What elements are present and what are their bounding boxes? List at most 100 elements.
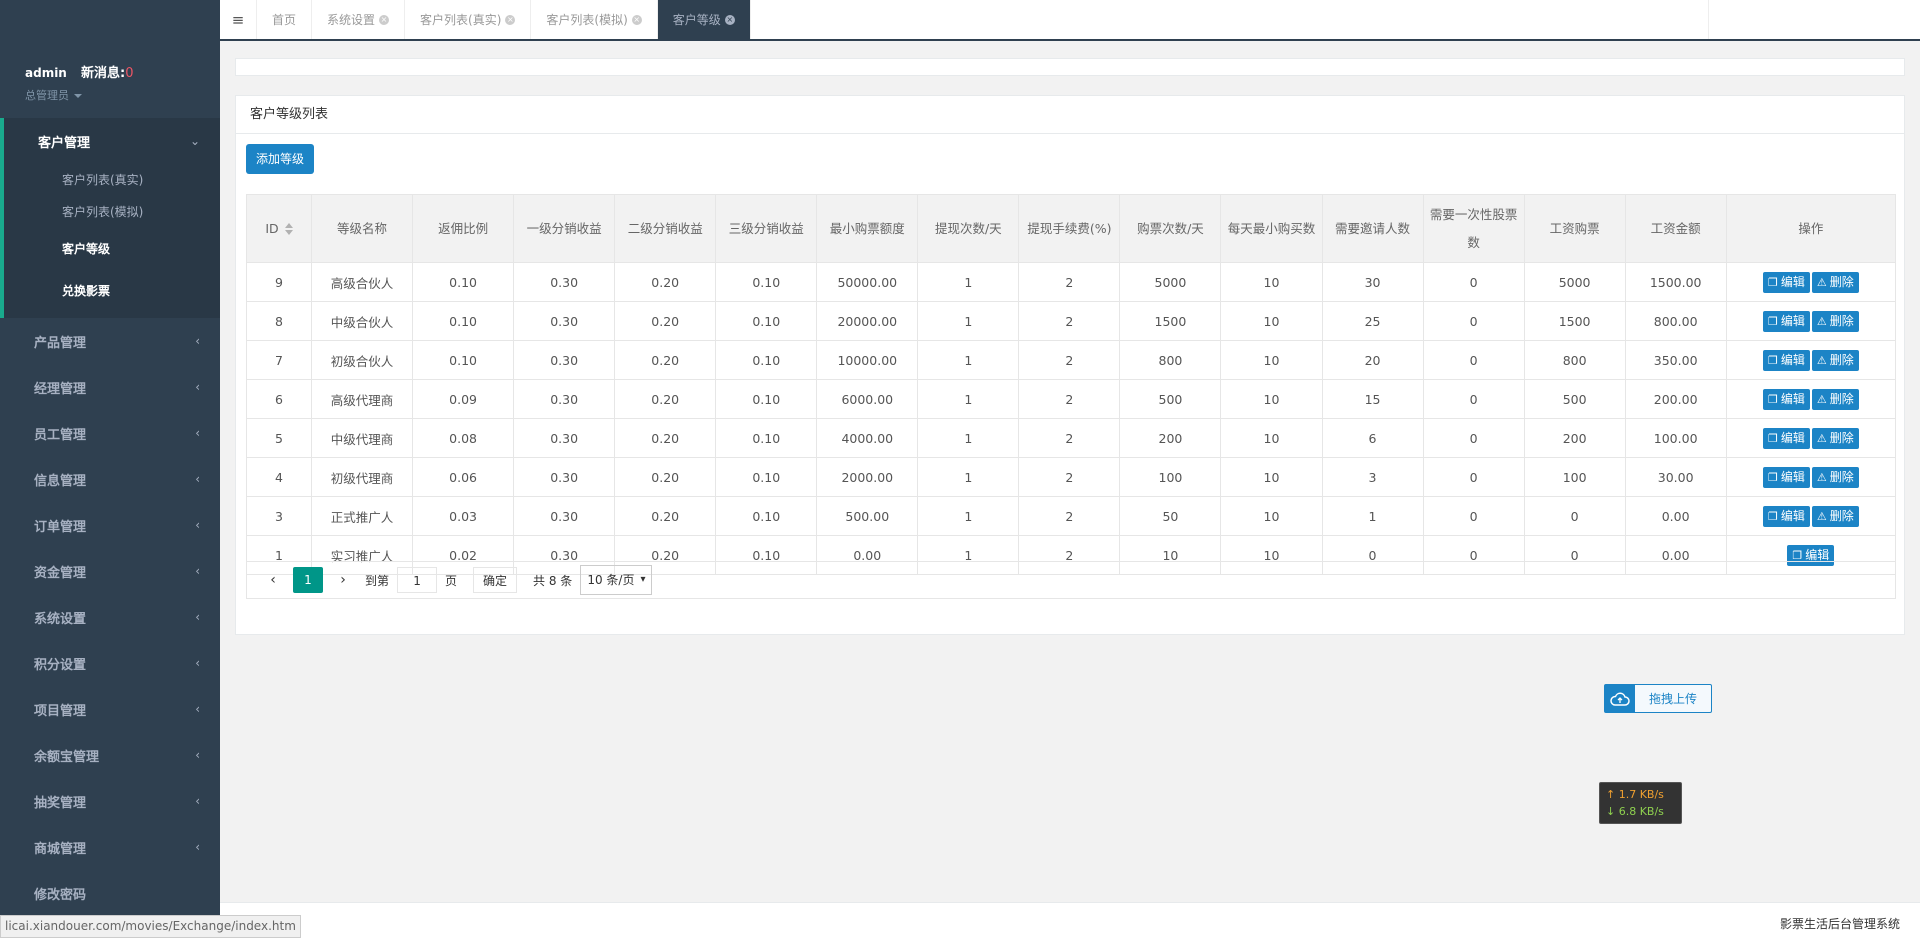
- nav-item-password[interactable]: 修改密码: [0, 870, 220, 916]
- edit-button[interactable]: ❐ 编辑: [1762, 310, 1810, 332]
- column-header: 二级分销收益: [614, 194, 717, 263]
- nav-item-manager[interactable]: 经理管理 ‹: [0, 364, 220, 410]
- nav-item-staff[interactable]: 员工管理 ‹: [0, 410, 220, 456]
- close-icon[interactable]: ×: [724, 14, 735, 25]
- nav-item-funds[interactable]: 资金管理 ‹: [0, 548, 220, 594]
- nav-item-yuebao[interactable]: 余额宝管理 ‹: [0, 732, 220, 778]
- prev-page-icon[interactable]: ‹: [259, 572, 287, 588]
- nav-item-customer[interactable]: 客户管理 ⌄: [4, 118, 220, 164]
- chevron-left-icon: ‹: [195, 748, 200, 762]
- delete-button[interactable]: ⚠ 删除: [1811, 388, 1859, 410]
- role-dropdown[interactable]: 总管理员: [25, 87, 220, 103]
- menu-toggle-icon[interactable]: ≡: [220, 0, 257, 39]
- next-page-icon[interactable]: ›: [329, 572, 357, 588]
- sub-item-customer-real[interactable]: 客户列表(真实): [4, 164, 220, 196]
- actions-cell: ❐ 编辑 ⚠ 删除: [1725, 379, 1897, 419]
- chevron-left-icon: ‹: [195, 380, 200, 394]
- copy-icon: ❐: [1767, 275, 1778, 289]
- nav-item-label: 积分设置: [34, 657, 87, 673]
- table-row: 6 高级代理商 0.09 0.30 0.20 0.10 6000.00 1 2 500 10 15 0 5…: [245, 379, 1897, 419]
- actions-cell: ❐ 编辑 ⚠ 删除: [1725, 457, 1897, 497]
- column-header: 需要一次性股票数: [1422, 194, 1525, 263]
- table-cell: 7: [245, 340, 313, 380]
- close-icon[interactable]: ×: [505, 14, 516, 25]
- delete-button[interactable]: ⚠ 删除: [1811, 349, 1859, 371]
- delete-label: 删除: [1829, 508, 1854, 523]
- table-row: 3 正式推广人 0.03 0.30 0.20 0.10 500.00 1 2 50 10 1 0 0 0.0…: [245, 496, 1897, 536]
- table-cell: 20: [1321, 340, 1424, 380]
- table-cell: 1: [917, 496, 1020, 536]
- column-header-id[interactable]: ID: [245, 194, 313, 263]
- nav-item-project[interactable]: 项目管理 ‹: [0, 686, 220, 732]
- page-input[interactable]: 1: [397, 567, 438, 593]
- delete-label: 删除: [1829, 430, 1854, 445]
- table-cell: 6: [1321, 418, 1424, 458]
- column-header: 提现手续费(%): [1018, 194, 1121, 263]
- table-cell: 0: [1422, 379, 1525, 419]
- edit-button[interactable]: ❐ 编辑: [1762, 466, 1810, 488]
- tab-home[interactable]: 首页: [257, 0, 313, 39]
- nav-item-mall[interactable]: 商城管理 ‹: [0, 824, 220, 870]
- nav-item-system[interactable]: 系统设置 ‹: [0, 594, 220, 640]
- table-cell: 4: [245, 457, 313, 497]
- sort-icon[interactable]: [284, 223, 293, 235]
- warning-icon: ⚠: [1816, 392, 1827, 406]
- table-cell: 6: [245, 379, 313, 419]
- close-icon[interactable]: ×: [379, 14, 390, 25]
- warning-icon: ⚠: [1816, 509, 1827, 523]
- nav-item-order[interactable]: 订单管理 ‹: [0, 502, 220, 548]
- delete-button[interactable]: ⚠ 删除: [1811, 505, 1859, 527]
- table-cell: 0: [1523, 496, 1626, 536]
- per-page-select[interactable]: 10 条/页 ▾: [580, 565, 653, 595]
- delete-button[interactable]: ⚠ 删除: [1811, 427, 1859, 449]
- tab-customer-sim[interactable]: 客户列表(模拟) ×: [531, 0, 658, 39]
- edit-button[interactable]: ❐ 编辑: [1762, 349, 1810, 371]
- edit-button[interactable]: ❐ 编辑: [1762, 427, 1810, 449]
- tab-customer-level[interactable]: 客户等级 ×: [657, 0, 751, 39]
- table-cell: 200.00: [1624, 379, 1727, 419]
- tab-customer-real[interactable]: 客户列表(真实) ×: [405, 0, 532, 39]
- nav-item-product[interactable]: 产品管理 ‹: [0, 318, 220, 364]
- delete-label: 删除: [1829, 352, 1854, 367]
- username[interactable]: admin: [25, 66, 67, 80]
- tab-system-settings[interactable]: 系统设置 ×: [312, 0, 406, 39]
- sub-item-customer-sim[interactable]: 客户列表(模拟): [4, 196, 220, 228]
- goto-confirm-button[interactable]: 确定: [473, 567, 518, 593]
- column-header: 需要邀请人数: [1321, 194, 1424, 263]
- edit-label: 编辑: [1780, 391, 1805, 406]
- delete-button[interactable]: ⚠ 删除: [1811, 466, 1859, 488]
- copy-icon: ❐: [1767, 431, 1778, 445]
- table-cell: 0.30: [513, 262, 616, 302]
- nav-item-label: 客户管理: [38, 135, 91, 151]
- drag-upload-button[interactable]: 拖拽上传: [1604, 684, 1712, 713]
- chevron-left-icon: ‹: [195, 472, 200, 486]
- table-cell: 2: [1018, 379, 1121, 419]
- close-icon[interactable]: ×: [631, 14, 642, 25]
- pagination: ‹ 1 › 到第 1 页 确定 共 8 条 10 条/页 ▾: [246, 561, 1896, 599]
- table-row: 8 中级合伙人 0.10 0.30 0.20 0.10 20000.00 1 2 1500 10 25…: [245, 301, 1897, 341]
- sub-item-customer-level[interactable]: 客户等级: [4, 228, 220, 270]
- table-cell: 500: [1523, 379, 1626, 419]
- table-cell: 8: [245, 301, 313, 341]
- edit-button[interactable]: ❐ 编辑: [1762, 505, 1810, 527]
- page-current[interactable]: 1: [293, 567, 323, 593]
- table-cell: 0.10: [715, 262, 818, 302]
- nav-item-lottery[interactable]: 抽奖管理 ‹: [0, 778, 220, 824]
- table-cell: 9: [245, 262, 313, 302]
- delete-button[interactable]: ⚠ 删除: [1811, 310, 1859, 332]
- nav-item-points[interactable]: 积分设置 ‹: [0, 640, 220, 686]
- table-cell: 0: [1422, 457, 1525, 497]
- add-level-button[interactable]: 添加等级: [246, 144, 315, 174]
- column-header: 最小购票额度: [816, 194, 919, 263]
- nav-group-customer: 客户管理 ⌄ 客户列表(真实) 客户列表(模拟) 客户等级 兑换影票: [0, 118, 220, 318]
- delete-button[interactable]: ⚠ 删除: [1811, 271, 1859, 293]
- edit-button[interactable]: ❐ 编辑: [1762, 271, 1810, 293]
- edit-button[interactable]: ❐ 编辑: [1762, 388, 1810, 410]
- goto-label: 到第: [365, 573, 390, 588]
- message-count[interactable]: 0: [125, 66, 133, 81]
- chevron-left-icon: ‹: [195, 794, 200, 808]
- table-cell: 5000: [1119, 262, 1222, 302]
- sub-item-exchange-ticket[interactable]: 兑换影票: [4, 270, 220, 312]
- network-speed-widget: ↑ 1.7 KB/s ↓ 6.8 KB/s: [1599, 782, 1682, 824]
- nav-item-info[interactable]: 信息管理 ‹: [0, 456, 220, 502]
